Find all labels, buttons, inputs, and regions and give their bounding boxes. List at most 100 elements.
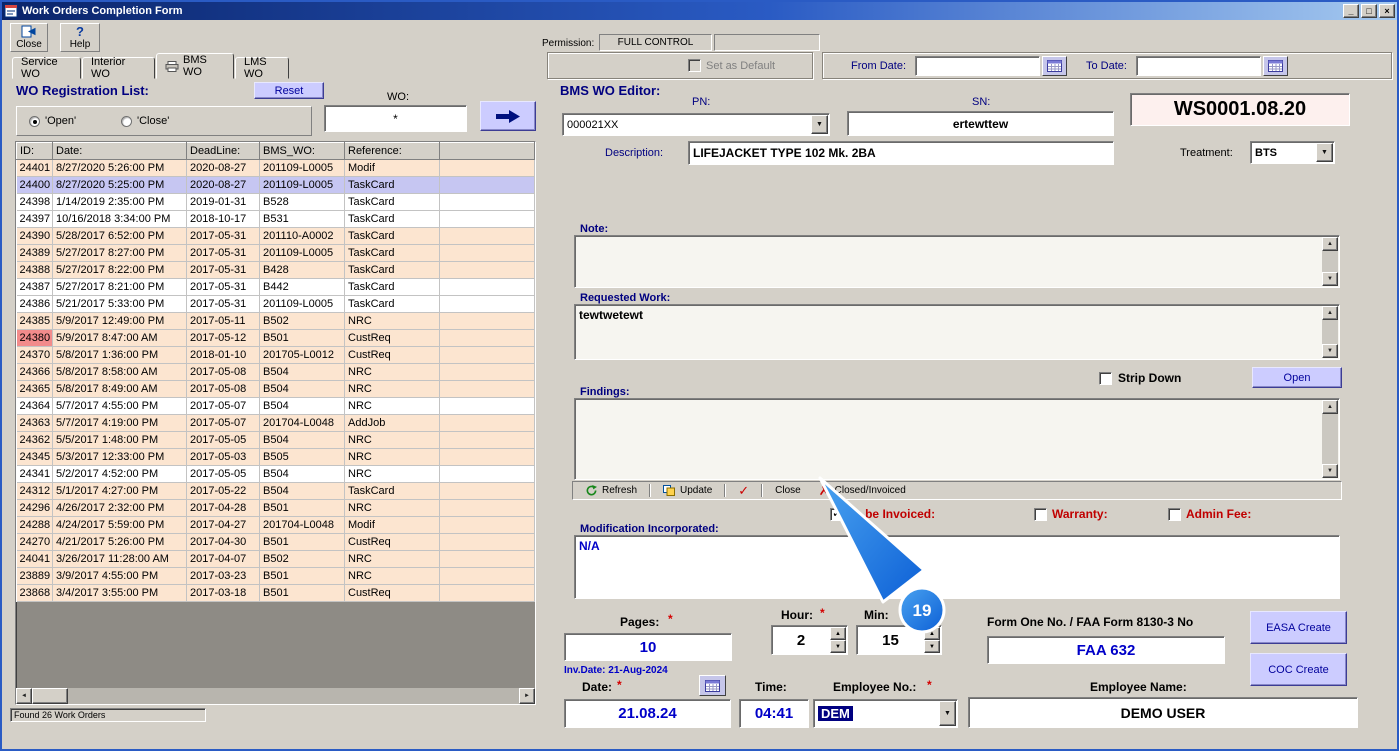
cell-deadline[interactable]: 2017-05-05	[186, 465, 260, 483]
cell-bms-wo[interactable]: 201704-L0048	[259, 414, 345, 432]
scroll-track[interactable]	[1322, 251, 1338, 272]
table-row[interactable]: 24385 5/9/2017 12:49:00 PM 2017-05-11 B502 N…	[16, 312, 535, 330]
table-row[interactable]: 24341 5/2/2017 4:52:00 PM 2017-05-05 B504 NR…	[16, 465, 535, 483]
date-calendar-button[interactable]	[699, 675, 726, 696]
cell-id[interactable]: 24296	[16, 499, 53, 517]
cell-filler[interactable]	[439, 567, 535, 585]
cell-deadline[interactable]: 2018-10-17	[186, 210, 260, 228]
cell-id[interactable]: 24390	[16, 227, 53, 245]
cell-filler[interactable]	[439, 244, 535, 262]
table-row[interactable]: 24386 5/21/2017 5:33:00 PM 2017-05-31 20110…	[16, 295, 535, 313]
cell-date[interactable]: 10/16/2018 3:34:00 PM	[52, 210, 187, 228]
employee-no-dropdown-icon[interactable]: ▼	[939, 701, 956, 726]
cell-reference[interactable]: Modif	[344, 516, 440, 534]
cell-id[interactable]: 24385	[16, 312, 53, 330]
cell-deadline[interactable]: 2017-05-31	[186, 261, 260, 279]
cell-filler[interactable]	[439, 499, 535, 517]
window-titlebar[interactable]: Work Orders Completion Form _ □ ×	[2, 2, 1397, 20]
cell-filler[interactable]	[439, 346, 535, 364]
cell-deadline[interactable]: 2020-08-27	[186, 159, 260, 177]
cell-date[interactable]: 4/26/2017 2:32:00 PM	[52, 499, 187, 517]
hour-spin-up-icon[interactable]: ▲	[830, 627, 846, 640]
cell-date[interactable]: 5/1/2017 4:27:00 PM	[52, 482, 187, 500]
pn-combo[interactable]: 000021XX ▼	[562, 113, 830, 136]
cell-id[interactable]: 24345	[16, 448, 53, 466]
table-row[interactable]: 24296 4/26/2017 2:32:00 PM 2017-04-28 B501 N…	[16, 499, 535, 517]
to-date-calendar-button[interactable]	[1263, 56, 1288, 76]
cell-id[interactable]: 24270	[16, 533, 53, 551]
refresh-button[interactable]: Refresh	[577, 483, 646, 498]
close-wo-button[interactable]: Close	[766, 483, 810, 498]
cell-filler[interactable]	[439, 533, 535, 551]
cell-deadline[interactable]: 2017-05-07	[186, 397, 260, 415]
description-field[interactable]: LIFEJACKET TYPE 102 Mk. 2BA	[688, 141, 1114, 165]
cell-filler[interactable]	[439, 431, 535, 449]
cell-bms-wo[interactable]: B504	[259, 431, 345, 449]
table-row[interactable]: 24389 5/27/2017 8:27:00 PM 2017-05-31 20110…	[16, 244, 535, 262]
cell-id[interactable]: 24288	[16, 516, 53, 534]
cell-reference[interactable]: TaskCard	[344, 210, 440, 228]
closed-invoiced-button[interactable]: ✗ Closed/Invoiced	[810, 483, 915, 498]
cell-date[interactable]: 8/27/2020 5:25:00 PM	[52, 176, 187, 194]
cell-reference[interactable]: NRC	[344, 499, 440, 517]
cell-reference[interactable]: CustReq	[344, 329, 440, 347]
to-date-input[interactable]	[1136, 56, 1261, 76]
tab-interior-wo[interactable]: Interior WO	[82, 56, 155, 80]
wo-search-go-button[interactable]	[480, 101, 536, 131]
cell-deadline[interactable]: 2017-05-03	[186, 448, 260, 466]
from-date-calendar-button[interactable]	[1042, 56, 1067, 76]
cell-id[interactable]: 24312	[16, 482, 53, 500]
cell-filler[interactable]	[439, 397, 535, 415]
cell-id[interactable]: 23868	[16, 584, 53, 602]
table-row[interactable]: 24366 5/8/2017 8:58:00 AM 2017-05-08 B504 NR…	[16, 363, 535, 381]
close-form-button[interactable]: Close	[10, 23, 48, 52]
cell-deadline[interactable]: 2017-03-18	[186, 584, 260, 602]
cell-filler[interactable]	[439, 278, 535, 296]
cell-reference[interactable]: TaskCard	[344, 278, 440, 296]
cell-date[interactable]: 3/26/2017 11:28:00 AM	[52, 550, 187, 568]
scroll-left-icon[interactable]: ◄	[16, 688, 32, 704]
cell-date[interactable]: 3/4/2017 3:55:00 PM	[52, 584, 187, 602]
scroll-up-icon[interactable]: ▲	[1322, 237, 1338, 251]
cell-filler[interactable]	[439, 584, 535, 602]
cell-date[interactable]: 5/21/2017 5:33:00 PM	[52, 295, 187, 313]
cell-bms-wo[interactable]: B442	[259, 278, 345, 296]
cell-bms-wo[interactable]: B504	[259, 482, 345, 500]
col-header-id[interactable]: ID:	[16, 142, 53, 160]
radio-open-circle[interactable]	[29, 115, 40, 127]
cell-filler[interactable]	[439, 295, 535, 313]
table-row[interactable]: 24270 4/21/2017 5:26:00 PM 2017-04-30 B501 C…	[16, 533, 535, 551]
cell-date[interactable]: 5/27/2017 8:21:00 PM	[52, 278, 187, 296]
cell-reference[interactable]: CustReq	[344, 346, 440, 364]
cell-filler[interactable]	[439, 448, 535, 466]
cell-bms-wo[interactable]: B428	[259, 261, 345, 279]
cell-filler[interactable]	[439, 516, 535, 534]
cell-deadline[interactable]: 2017-05-22	[186, 482, 260, 500]
cell-bms-wo[interactable]: B501	[259, 533, 345, 551]
cell-bms-wo[interactable]: B501	[259, 329, 345, 347]
cell-id[interactable]: 24387	[16, 278, 53, 296]
coc-create-button[interactable]: COC Create	[1250, 653, 1347, 686]
scroll-down-icon[interactable]: ▼	[1322, 464, 1338, 478]
cell-deadline[interactable]: 2017-05-31	[186, 278, 260, 296]
cell-bms-wo[interactable]: B502	[259, 312, 345, 330]
cell-date[interactable]: 5/3/2017 12:33:00 PM	[52, 448, 187, 466]
table-row[interactable]: 24364 5/7/2017 4:55:00 PM 2017-05-07 B504 NR…	[16, 397, 535, 415]
radio-open[interactable]: 'Open'	[29, 115, 76, 127]
cell-bms-wo[interactable]: 201704-L0048	[259, 516, 345, 534]
cell-reference[interactable]: TaskCard	[344, 176, 440, 194]
cell-id[interactable]: 24389	[16, 244, 53, 262]
cell-filler[interactable]	[439, 465, 535, 483]
cell-filler[interactable]	[439, 227, 535, 245]
cell-filler[interactable]	[439, 550, 535, 568]
cell-reference[interactable]: NRC	[344, 380, 440, 398]
cell-reference[interactable]: NRC	[344, 465, 440, 483]
cell-reference[interactable]: TaskCard	[344, 295, 440, 313]
cell-bms-wo[interactable]: B504	[259, 363, 345, 381]
cell-filler[interactable]	[439, 159, 535, 177]
requested-work-scrollbar[interactable]: ▲ ▼	[1322, 306, 1338, 358]
maximize-button[interactable]: □	[1361, 4, 1377, 18]
scroll-up-icon[interactable]: ▲	[1322, 306, 1338, 320]
scroll-track[interactable]	[1322, 414, 1338, 464]
cell-id[interactable]: 24400	[16, 176, 53, 194]
